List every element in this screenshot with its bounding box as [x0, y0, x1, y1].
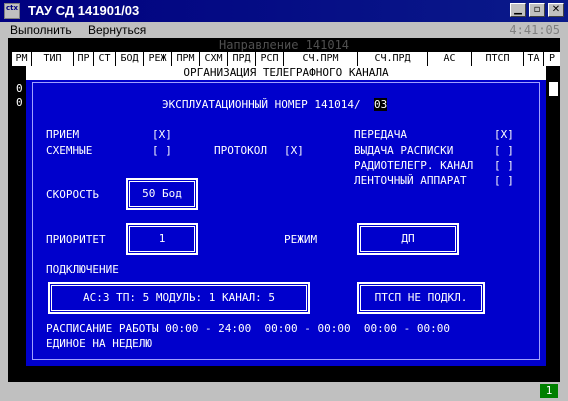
priority-field[interactable]: 1: [126, 223, 198, 255]
connection-field[interactable]: АС:3 ТП: 5 МОДУЛЬ: 1 КАНАЛ: 5: [48, 282, 310, 314]
schemes-checkbox[interactable]: [ ]: [152, 144, 172, 157]
receive-label: ПРИЕМ: [46, 128, 80, 141]
header-cell: ПР: [74, 52, 94, 66]
header-cell: АС: [428, 52, 472, 66]
receive-checkbox[interactable]: [X]: [152, 128, 172, 141]
session-badge: 1: [540, 384, 558, 398]
protocol-checkbox[interactable]: [X]: [284, 144, 304, 157]
minimize-icon[interactable]: ▁: [510, 3, 526, 17]
row-mark: 0: [16, 96, 23, 109]
speed-field[interactable]: 50 Бод: [126, 178, 198, 210]
title-bar: ctx ТАУ СД 141901/03 ▁ ▫ ✕: [0, 0, 568, 22]
header-cell: Р: [548, 53, 556, 64]
telegraph-channel-dialog: ОРГАНИЗАЦИЯ ТЕЛЕГРАФНОГО КАНАЛА ЭКСПЛУАТ…: [26, 66, 546, 366]
close-icon[interactable]: ✕: [548, 3, 564, 17]
mode-field[interactable]: ДП: [357, 223, 459, 255]
schedule-line: РАСПИСАНИЕ РАБОТЫ 00:00 - 24:00 00:00 - …: [46, 322, 450, 335]
op-number-field[interactable]: 03: [374, 98, 388, 111]
header-cell: СХМ: [200, 52, 228, 66]
ptsp-button[interactable]: ПТСП НЕ ПОДКЛ.: [357, 282, 485, 314]
header-cell: РМ: [12, 52, 32, 66]
direction-line: Направление 141014: [218, 38, 350, 52]
app-icon[interactable]: ctx: [4, 3, 20, 19]
window-title: ТАУ СД 141901/03: [28, 3, 140, 18]
header-cell: ТА: [524, 52, 544, 66]
header-cell: ПРМ: [172, 52, 200, 66]
transmit-checkbox[interactable]: [X]: [494, 128, 514, 141]
menu-execute[interactable]: Выполнить: [10, 23, 72, 37]
maximize-icon[interactable]: ▫: [529, 3, 545, 17]
menu-bar: Выполнить Вернуться 4:41:05: [0, 22, 568, 38]
header-cell: СЧ.ПРМ: [284, 52, 358, 66]
header-cell: БОД: [116, 52, 144, 66]
header-cell: ПТСП: [472, 52, 524, 66]
protocol-label: ПРОТОКОЛ: [214, 144, 267, 157]
transmit-label: ПЕРЕДАЧА: [354, 128, 407, 141]
priority-label: ПРИОРИТЕТ: [46, 233, 106, 246]
schemes-label: СХЕМНЫЕ: [46, 144, 93, 157]
receipt-checkbox[interactable]: [ ]: [494, 144, 514, 157]
tape-device-label: ЛЕНТОЧНЫЙ АППАРАТ: [354, 174, 467, 187]
schedule-weekly: ЕДИНОЕ НА НЕДЕЛЮ: [46, 337, 152, 350]
radio-channel-label: РАДИОТЕЛЕГР. КАНАЛ: [354, 159, 474, 172]
clock: 4:41:05: [509, 23, 560, 37]
connection-label: ПОДКЛЮЧЕНИЕ: [46, 263, 119, 276]
table-header: РМ ТИП ПР СТ БОД РЕЖ ПРМ СХМ ПРД РСП СЧ.…: [12, 52, 560, 66]
radio-channel-checkbox[interactable]: [ ]: [494, 159, 514, 172]
header-cell: ТИП: [32, 52, 74, 66]
header-cell: СЧ.ПРД: [358, 52, 428, 66]
header-cell: ПРД: [228, 52, 256, 66]
receipt-label: ВЫДАЧА РАСПИСКИ: [354, 144, 454, 157]
row-mark: 0: [16, 82, 23, 95]
status-bar: 1: [8, 382, 560, 401]
header-cell: СТ: [94, 52, 116, 66]
scroll-indicator: [549, 82, 558, 96]
header-cell: РЕЖ: [144, 52, 172, 66]
dialog-title: ОРГАНИЗАЦИЯ ТЕЛЕГРАФНОГО КАНАЛА: [26, 66, 546, 80]
mode-label: РЕЖИМ: [284, 233, 318, 246]
header-cell: РСП: [256, 52, 284, 66]
row-marks: 0 0: [16, 82, 23, 110]
menu-back[interactable]: Вернуться: [88, 23, 146, 37]
op-number-label: ЭКСПЛУАТАЦИОННЫЙ НОМЕР 141014/: [162, 98, 361, 111]
tape-device-checkbox[interactable]: [ ]: [494, 174, 514, 187]
speed-label: СКОРОСТЬ: [46, 188, 99, 201]
dialog-frame: [32, 82, 540, 360]
